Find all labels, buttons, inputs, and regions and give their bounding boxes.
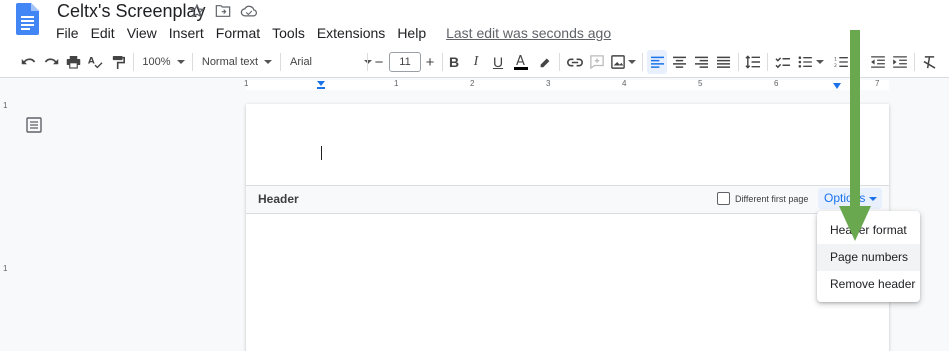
zoom-value: 100% <box>142 56 171 68</box>
checklist-icon[interactable] <box>772 50 792 74</box>
undo-icon[interactable] <box>18 50 38 74</box>
font-select[interactable]: Arial <box>290 50 373 74</box>
increase-font-size-button[interactable]: + <box>422 50 438 74</box>
ruler-tick-label: 1 <box>394 79 399 88</box>
document-outline-icon[interactable] <box>26 117 42 133</box>
move-folder-icon[interactable] <box>213 2 233 20</box>
svg-text:A: A <box>516 54 525 69</box>
menu-insert[interactable]: Insert <box>163 24 210 42</box>
vertical-ruler[interactable] <box>0 91 12 351</box>
print-icon[interactable] <box>63 50 83 74</box>
ruler-tick-label: 1 <box>244 79 249 88</box>
star-icon[interactable] <box>187 2 207 20</box>
left-indent-marker-icon[interactable] <box>316 80 326 90</box>
document-page[interactable] <box>246 104 889 351</box>
menu-extensions[interactable]: Extensions <box>311 24 391 42</box>
menu-edit[interactable]: Edit <box>85 24 121 42</box>
annotation-arrow-icon <box>839 30 871 241</box>
text-cursor <box>321 146 322 160</box>
header-label: Header <box>258 192 299 206</box>
ruler-tick-label: 5 <box>698 79 703 88</box>
docs-logo-icon[interactable] <box>16 3 39 35</box>
menu-view[interactable]: View <box>121 24 163 42</box>
ruler-tick-label: 3 <box>546 79 551 88</box>
ruler-tick-label: 1 <box>3 101 8 110</box>
increase-indent-icon[interactable] <box>890 50 910 74</box>
style-value: Normal text <box>201 56 259 68</box>
justify-icon[interactable] <box>713 50 733 74</box>
comment-icon[interactable] <box>588 50 606 74</box>
zoom-select[interactable]: 100% <box>141 50 186 74</box>
decrease-font-size-button[interactable]: − <box>371 50 387 74</box>
align-right-icon[interactable] <box>691 50 711 74</box>
ruler-tick-label: 1 <box>3 264 8 273</box>
toolbar: A 100% Normal text Arial − 11 + B I U A <box>0 46 949 78</box>
insert-image-icon[interactable] <box>609 50 637 74</box>
svg-text:2: 2 <box>834 63 837 68</box>
redo-icon[interactable] <box>41 50 61 74</box>
underline-icon[interactable]: U <box>490 50 506 74</box>
spellcheck-icon[interactable]: A <box>85 50 105 74</box>
ruler-tick-label: 7 <box>875 79 880 88</box>
title-bar: Celtx's Screenplay File Edit View Insert… <box>0 0 949 46</box>
ruler-tick-label: 6 <box>774 79 779 88</box>
line-spacing-icon[interactable] <box>742 50 762 74</box>
svg-text:1: 1 <box>834 56 837 62</box>
align-left-icon[interactable] <box>647 50 667 74</box>
page-numbers-menu-item[interactable]: Page numbers <box>817 244 920 271</box>
highlight-icon[interactable] <box>536 50 554 74</box>
align-center-icon[interactable] <box>669 50 689 74</box>
last-edit-link[interactable]: Last edit was seconds ago <box>440 24 617 42</box>
menu-help[interactable]: Help <box>391 24 432 42</box>
italic-icon[interactable]: I <box>468 50 484 74</box>
font-value: Arial <box>290 56 313 68</box>
svg-text:A: A <box>88 57 95 67</box>
different-first-page-checkbox[interactable] <box>717 192 730 205</box>
bulleted-list-icon[interactable] <box>796 50 826 74</box>
different-first-page-label[interactable]: Different first page <box>735 194 808 204</box>
menu-bar: File Edit View Insert Format Tools Exten… <box>50 24 617 42</box>
ruler-tick-label: 2 <box>470 79 475 88</box>
menu-format[interactable]: Format <box>210 24 266 42</box>
bold-icon[interactable]: B <box>446 50 462 74</box>
cloud-status-icon[interactable] <box>239 2 259 20</box>
font-size-input[interactable]: 11 <box>389 52 421 72</box>
document-title[interactable]: Celtx's Screenplay <box>57 0 206 22</box>
style-select[interactable]: Normal text <box>200 50 274 74</box>
remove-header-menu-item[interactable]: Remove header <box>817 271 920 298</box>
menu-file[interactable]: File <box>50 24 85 42</box>
text-color-icon[interactable]: A <box>512 50 530 74</box>
paint-format-icon[interactable] <box>108 50 128 74</box>
ruler-tick-label: 4 <box>622 79 627 88</box>
menu-tools[interactable]: Tools <box>266 24 311 42</box>
ruler-content-area <box>246 80 889 90</box>
clear-formatting-icon[interactable] <box>919 50 939 74</box>
docs-window: Celtx's Screenplay File Edit View Insert… <box>0 0 949 351</box>
link-icon[interactable] <box>565 50 585 74</box>
